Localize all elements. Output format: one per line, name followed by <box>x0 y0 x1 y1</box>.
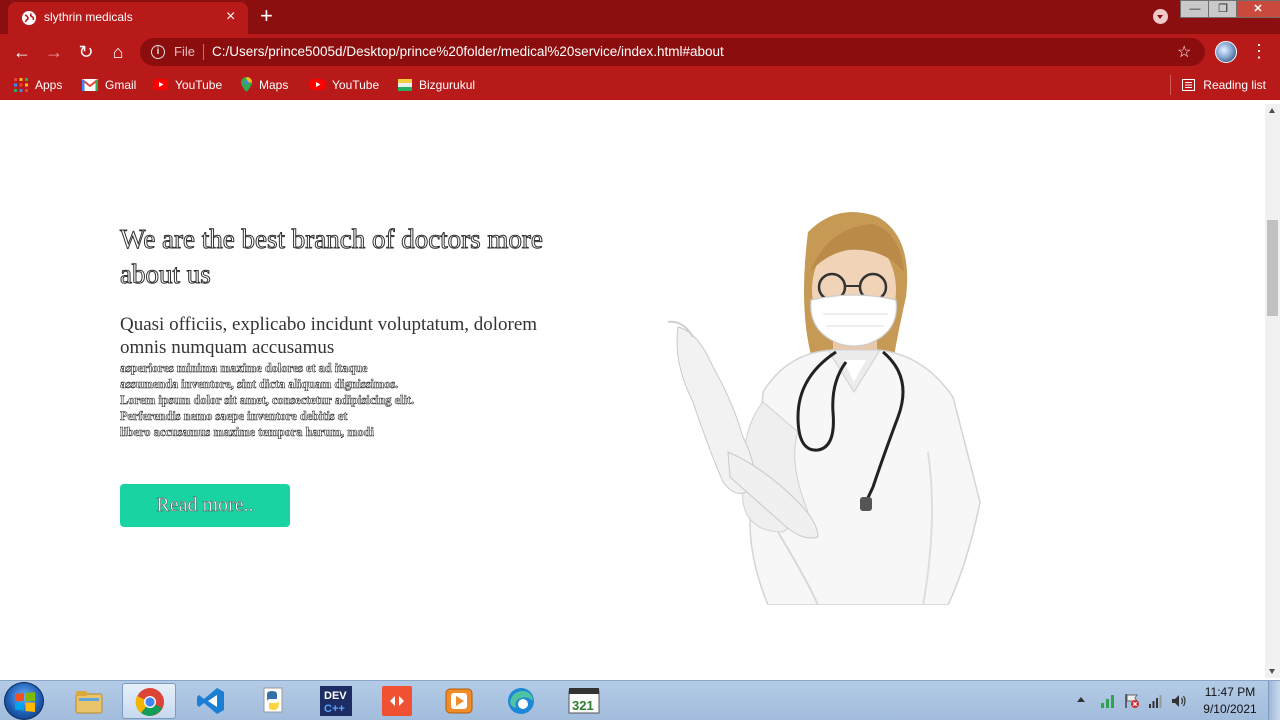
tab-search-icon[interactable] <box>1153 9 1168 24</box>
bookmark-label: Apps <box>35 77 63 92</box>
taskbar-vscode[interactable] <box>184 683 238 719</box>
bookmarks-bar: Apps Gmail YouTube Maps YouTube Bizguruk… <box>0 70 1280 100</box>
vscode-icon <box>197 688 224 714</box>
profile-avatar[interactable] <box>1215 41 1237 63</box>
url-text[interactable]: C:/Users/prince5005d/Desktop/prince%20fo… <box>212 44 724 59</box>
taskbar-edge[interactable] <box>494 683 548 719</box>
edge-icon <box>508 688 534 714</box>
reading-list-icon <box>1182 78 1196 91</box>
clock-time[interactable]: 11:47 PM <box>1198 685 1262 699</box>
apps-grid-icon <box>14 77 28 92</box>
bookmark-gmail[interactable]: Gmail <box>82 77 136 93</box>
show-desktop-button[interactable] <box>1268 681 1280 720</box>
start-button[interactable] <box>4 682 44 720</box>
forward-button[interactable]: → <box>42 40 66 64</box>
file-explorer-icon <box>75 691 103 714</box>
svg-text:C++: C++ <box>324 703 345 715</box>
bookmark-bizgurukul[interactable]: Bizgurukul <box>398 77 475 93</box>
windows-taskbar: DEV C++ 321 <box>0 680 1280 720</box>
321-player-icon: 321 <box>568 688 600 714</box>
svg-text:DEV: DEV <box>324 690 347 702</box>
python-icon <box>263 687 283 713</box>
tab-close-icon[interactable]: × <box>226 8 235 26</box>
minimize-button[interactable]: — <box>1180 0 1210 18</box>
taskbar-file-explorer[interactable] <box>62 683 116 719</box>
about-paragraph: asperiores minima maxime dolores et ad i… <box>120 361 415 440</box>
bookmark-label: YouTube <box>332 77 380 92</box>
maps-icon <box>241 77 252 93</box>
page-viewport: We are the best branch of doctors more a… <box>0 104 1265 678</box>
browser-menu-icon[interactable]: ⋮ <box>1250 40 1268 62</box>
bookmark-youtube[interactable]: YouTube <box>310 77 379 93</box>
address-bar[interactable]: i File C:/Users/prince5005d/Desktop/prin… <box>140 38 1205 66</box>
divider <box>1170 75 1171 95</box>
maximize-button[interactable]: ❐ <box>1208 0 1238 18</box>
about-heading: We are the best branch of doctors more a… <box>120 224 544 290</box>
read-more-button[interactable]: Read more.. <box>120 484 290 527</box>
bookmark-label: Gmail <box>105 77 137 92</box>
globe-icon <box>22 11 36 25</box>
bookmark-label: YouTube <box>175 77 223 92</box>
git-icon <box>382 686 412 716</box>
scrollbar-thumb[interactable] <box>1267 220 1278 316</box>
taskbar-media-player[interactable] <box>432 683 486 719</box>
clock-date[interactable]: 9/10/2021 <box>1198 702 1262 716</box>
taskbar-devcpp[interactable]: DEV C++ <box>308 683 362 719</box>
page-scrollbar[interactable] <box>1265 104 1280 678</box>
svg-text:321: 321 <box>572 698 594 713</box>
doctor-image <box>668 212 981 605</box>
browser-tab[interactable]: slythrin medicals × <box>8 2 248 34</box>
volume-icon[interactable] <box>1171 693 1187 709</box>
action-center-flag-icon[interactable] <box>1124 693 1140 709</box>
site-info-icon[interactable]: i <box>151 45 165 59</box>
show-hidden-icons-icon[interactable] <box>1077 697 1085 702</box>
media-player-icon <box>445 688 473 714</box>
scroll-up-arrow-icon[interactable] <box>1269 108 1275 113</box>
signal-strength-icon[interactable] <box>1100 693 1116 709</box>
taskbar-git[interactable] <box>370 683 424 719</box>
browser-toolbar: ← → ↻ ⌂ i File C:/Users/prince5005d/Desk… <box>0 34 1280 70</box>
gmail-icon <box>82 78 98 91</box>
bookmark-star-icon[interactable]: ☆ <box>1177 42 1191 62</box>
reading-list-button[interactable]: Reading list <box>1182 77 1266 92</box>
devcpp-icon: DEV C++ <box>320 686 352 716</box>
youtube-icon <box>310 79 325 91</box>
file-label: File <box>174 44 195 59</box>
scroll-down-arrow-icon[interactable] <box>1269 669 1275 674</box>
windows-logo-icon <box>15 692 35 712</box>
reload-button[interactable]: ↻ <box>74 40 98 64</box>
tab-strip: slythrin medicals × + — ❐ ✕ <box>0 0 1280 34</box>
bizgurukul-icon <box>398 78 412 91</box>
chrome-icon <box>135 688 164 716</box>
bookmark-label: Bizgurukul <box>419 77 476 92</box>
bookmark-label: Maps <box>259 77 289 92</box>
network-icon[interactable] <box>1148 693 1164 709</box>
divider <box>203 44 204 60</box>
home-button[interactable]: ⌂ <box>106 40 130 64</box>
bookmark-apps[interactable]: Apps <box>14 77 62 93</box>
taskbar-321-player[interactable]: 321 <box>556 683 610 719</box>
bookmark-youtube[interactable]: YouTube <box>153 77 222 93</box>
youtube-icon <box>153 79 168 91</box>
reading-list-label: Reading list <box>1203 77 1266 92</box>
new-tab-button[interactable]: + <box>260 4 273 28</box>
taskbar-python[interactable] <box>246 683 300 719</box>
close-window-button[interactable]: ✕ <box>1236 0 1280 18</box>
tab-title: slythrin medicals <box>44 10 133 24</box>
taskbar-chrome[interactable] <box>122 683 176 719</box>
bookmark-maps[interactable]: Maps <box>241 77 288 93</box>
back-button[interactable]: ← <box>10 40 34 64</box>
about-subheading: Quasi officiis, explicabo incidunt volup… <box>120 314 538 358</box>
